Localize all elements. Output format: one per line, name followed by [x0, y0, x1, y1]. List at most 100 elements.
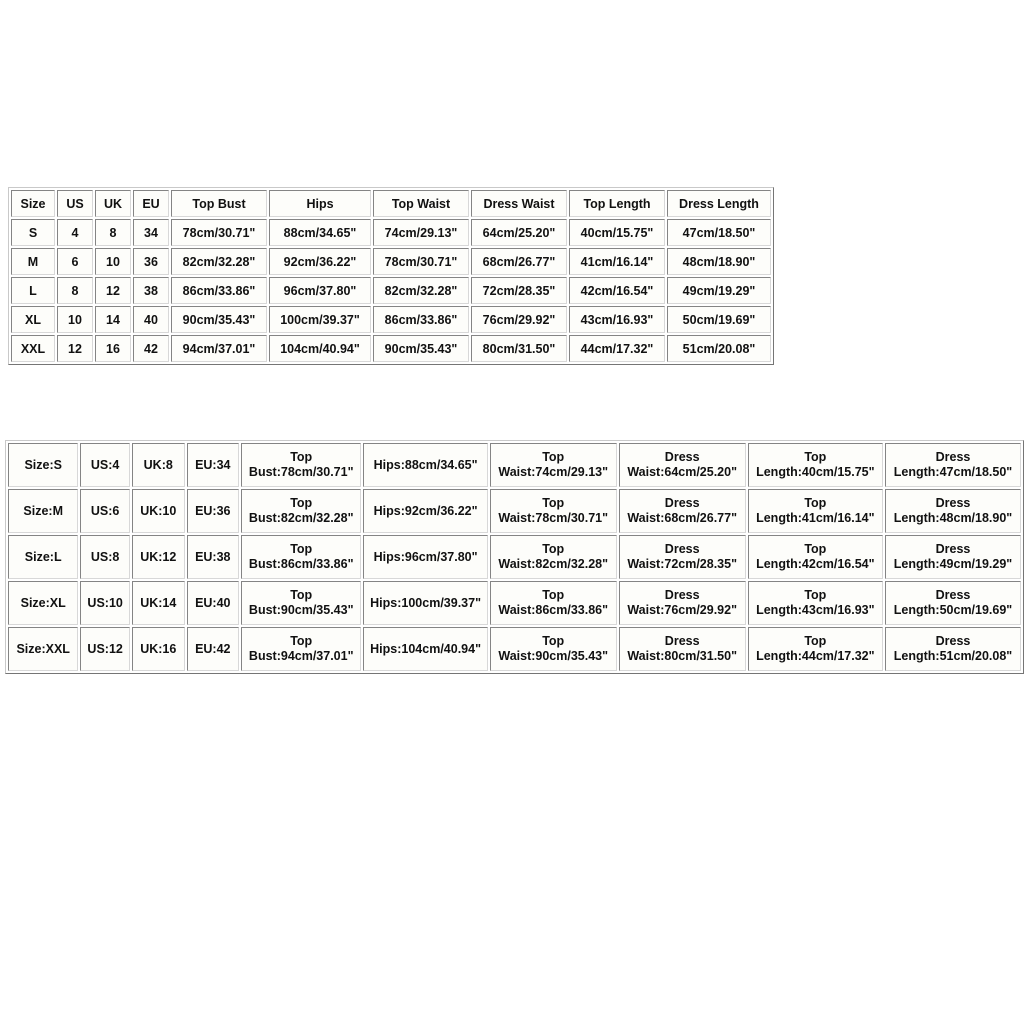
cell-dress-waist: Dress Waist:72cm/28.35": [618, 535, 746, 579]
cell-dress-waist: Dress Waist:64cm/25.20": [618, 443, 746, 487]
cell-us: US:6: [80, 489, 130, 533]
cell-hips: 100cm/39.37": [269, 306, 371, 333]
cell-top-waist: 74cm/29.13": [373, 219, 469, 246]
cell-size: S: [11, 219, 55, 246]
table-row: Size:L US:8 UK:12 EU:38 Top Bust:86cm/33…: [8, 535, 1021, 579]
cell-hips: Hips:96cm/37.80": [363, 535, 488, 579]
cell-size: XL: [11, 306, 55, 333]
cell-dress-length: 51cm/20.08": [667, 335, 771, 362]
cell-uk: 8: [95, 219, 131, 246]
cell-dress-waist: 72cm/28.35": [471, 277, 567, 304]
table-row: XXL 12 16 42 94cm/37.01" 104cm/40.94" 90…: [11, 335, 771, 362]
cell-top-waist: Top Waist:74cm/29.13": [489, 443, 617, 487]
cell-dress-waist: Dress Waist:68cm/26.77": [618, 489, 746, 533]
cell-us: 10: [57, 306, 93, 333]
cell-uk: 14: [95, 306, 131, 333]
cell-hips: 96cm/37.80": [269, 277, 371, 304]
cell-top-bust: Top Bust:82cm/32.28": [240, 489, 362, 533]
cell-hips: 92cm/36.22": [269, 248, 371, 275]
cell-top-bust: 86cm/33.86": [171, 277, 267, 304]
cell-top-length: 43cm/16.93": [569, 306, 665, 333]
cell-hips: Hips:100cm/39.37": [363, 581, 488, 625]
column-header-dress-length: Dress Length: [667, 190, 771, 217]
table-row: Size:XL US:10 UK:14 EU:40 Top Bust:90cm/…: [8, 581, 1021, 625]
column-header-uk: UK: [95, 190, 131, 217]
cell-size: M: [11, 248, 55, 275]
cell-top-waist: Top Waist:82cm/32.28": [489, 535, 617, 579]
cell-dress-length: Dress Length:47cm/18.50": [885, 443, 1021, 487]
cell-top-length: Top Length:44cm/17.32": [747, 627, 884, 671]
size-chart-compact-table: Size US UK EU Top Bust Hips Top Waist Dr…: [8, 187, 774, 365]
cell-dress-waist: 76cm/29.92": [471, 306, 567, 333]
size-chart-labelled-container: Size:S US:4 UK:8 EU:34 Top Bust:78cm/30.…: [5, 440, 1024, 674]
table-row: L 8 12 38 86cm/33.86" 96cm/37.80" 82cm/3…: [11, 277, 771, 304]
table-row: Size:M US:6 UK:10 EU:36 Top Bust:82cm/32…: [8, 489, 1021, 533]
cell-size: XXL: [11, 335, 55, 362]
cell-us: 6: [57, 248, 93, 275]
cell-eu: 40: [133, 306, 169, 333]
cell-dress-length: 50cm/19.69": [667, 306, 771, 333]
size-chart-labelled-table: Size:S US:4 UK:8 EU:34 Top Bust:78cm/30.…: [5, 440, 1024, 674]
cell-eu: EU:40: [186, 581, 239, 625]
cell-dress-length: Dress Length:49cm/19.29": [885, 535, 1021, 579]
cell-uk: UK:14: [131, 581, 185, 625]
cell-top-length: 41cm/16.14": [569, 248, 665, 275]
cell-uk: 12: [95, 277, 131, 304]
cell-hips: Hips:92cm/36.22": [363, 489, 488, 533]
cell-top-bust: Top Bust:94cm/37.01": [240, 627, 362, 671]
cell-dress-length: 48cm/18.90": [667, 248, 771, 275]
cell-top-length: 42cm/16.54": [569, 277, 665, 304]
cell-dress-waist: Dress Waist:76cm/29.92": [618, 581, 746, 625]
cell-us: 12: [57, 335, 93, 362]
cell-top-waist: Top Waist:86cm/33.86": [489, 581, 617, 625]
cell-us: US:12: [80, 627, 130, 671]
cell-eu: EU:36: [186, 489, 239, 533]
cell-dress-waist: 80cm/31.50": [471, 335, 567, 362]
cell-eu: 38: [133, 277, 169, 304]
size-chart-compact-body: Size US UK EU Top Bust Hips Top Waist Dr…: [11, 190, 771, 362]
cell-hips: 88cm/34.65": [269, 219, 371, 246]
size-chart-labelled-body: Size:S US:4 UK:8 EU:34 Top Bust:78cm/30.…: [8, 443, 1021, 671]
cell-dress-length: 49cm/19.29": [667, 277, 771, 304]
cell-eu: 34: [133, 219, 169, 246]
cell-size: L: [11, 277, 55, 304]
column-header-top-length: Top Length: [569, 190, 665, 217]
cell-dress-length: Dress Length:48cm/18.90": [885, 489, 1021, 533]
cell-uk: UK:10: [131, 489, 185, 533]
cell-size: Size:S: [8, 443, 79, 487]
cell-top-bust: Top Bust:90cm/35.43": [240, 581, 362, 625]
cell-top-waist: 82cm/32.28": [373, 277, 469, 304]
cell-top-length: Top Length:40cm/15.75": [747, 443, 884, 487]
cell-top-waist: 78cm/30.71": [373, 248, 469, 275]
cell-top-bust: 94cm/37.01": [171, 335, 267, 362]
cell-size: Size:L: [8, 535, 79, 579]
cell-top-bust: Top Bust:86cm/33.86": [240, 535, 362, 579]
cell-top-bust: 82cm/32.28": [171, 248, 267, 275]
cell-hips: 104cm/40.94": [269, 335, 371, 362]
cell-dress-length: 47cm/18.50": [667, 219, 771, 246]
cell-eu: 42: [133, 335, 169, 362]
table-row: M 6 10 36 82cm/32.28" 92cm/36.22" 78cm/3…: [11, 248, 771, 275]
cell-eu: EU:38: [186, 535, 239, 579]
cell-top-bust: 78cm/30.71": [171, 219, 267, 246]
table-row: Size:S US:4 UK:8 EU:34 Top Bust:78cm/30.…: [8, 443, 1021, 487]
cell-top-length: Top Length:43cm/16.93": [747, 581, 884, 625]
cell-eu: EU:34: [186, 443, 239, 487]
cell-top-waist: 86cm/33.86": [373, 306, 469, 333]
cell-top-bust: 90cm/35.43": [171, 306, 267, 333]
cell-eu: EU:42: [186, 627, 239, 671]
cell-uk: 16: [95, 335, 131, 362]
cell-dress-length: Dress Length:51cm/20.08": [885, 627, 1021, 671]
column-header-size: Size: [11, 190, 55, 217]
cell-us: US:8: [80, 535, 130, 579]
cell-top-length: Top Length:42cm/16.54": [747, 535, 884, 579]
cell-us: 4: [57, 219, 93, 246]
table-row: S 4 8 34 78cm/30.71" 88cm/34.65" 74cm/29…: [11, 219, 771, 246]
cell-top-waist: Top Waist:90cm/35.43": [489, 627, 617, 671]
cell-dress-waist: 64cm/25.20": [471, 219, 567, 246]
column-header-us: US: [57, 190, 93, 217]
cell-hips: Hips:104cm/40.94": [363, 627, 488, 671]
cell-eu: 36: [133, 248, 169, 275]
column-header-hips: Hips: [269, 190, 371, 217]
cell-uk: UK:12: [131, 535, 185, 579]
